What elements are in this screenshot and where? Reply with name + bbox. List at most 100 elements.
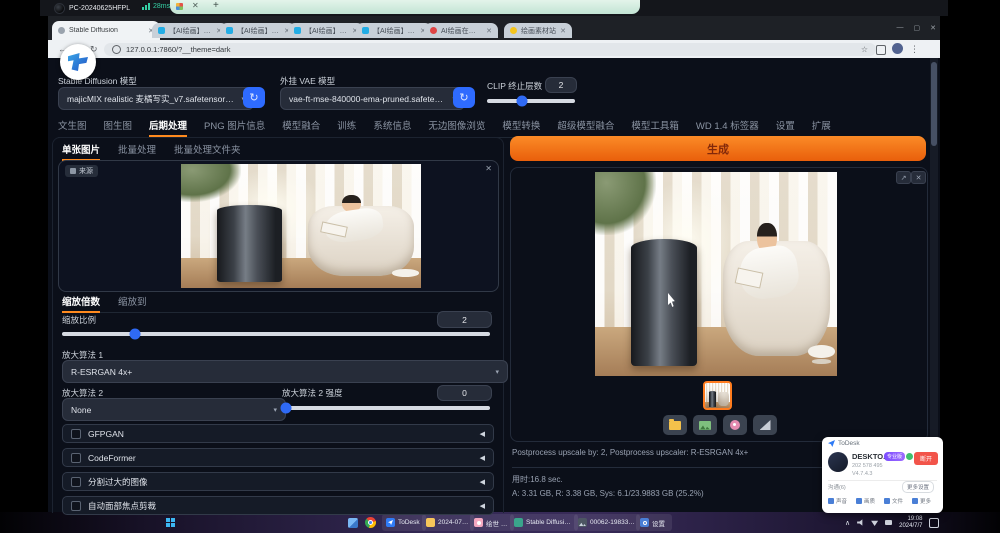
image-upload-area[interactable]: 来源 ✕ [58,160,499,292]
battery-icon[interactable] [885,520,892,525]
session-new-tab-icon[interactable]: + [213,0,219,11]
more-settings-button[interactable]: 更多设置 [902,481,934,493]
taskbar-item-todesk[interactable]: ToDesk [382,514,426,531]
upscaler2-visibility-value[interactable]: 0 [437,385,492,401]
quick-action-sound[interactable]: 声音 [828,497,847,505]
extensions-icon[interactable] [876,45,886,55]
subtab-single-image[interactable]: 单张图片 [62,142,100,161]
resize-slider[interactable] [62,332,490,336]
gallery-thumbnail[interactable] [703,381,732,410]
session-close-icon[interactable]: ✕ [192,1,199,10]
chrome-icon[interactable] [365,517,376,528]
subtab-scale-by[interactable]: 缩放倍数 [62,294,100,313]
checkbox[interactable] [71,501,81,511]
tab-close-icon[interactable]: ✕ [560,27,566,35]
site-info-icon[interactable] [112,45,121,54]
monitor-grid-icon[interactable] [176,3,183,10]
tab-txt2img[interactable]: 文生图 [58,118,87,132]
taskbar-item-folder[interactable]: 2024-07-07 [422,514,474,531]
browser-tab[interactable]: AI绘画在线教程✕ [424,23,498,38]
start-button-icon[interactable] [166,518,175,527]
taskbar-item-huishi[interactable]: 绘世 2.6.1 [470,514,514,531]
browser-tab[interactable]: 绘画素材站✕ [504,23,572,38]
clear-image-icon[interactable]: ✕ [485,164,492,173]
browser-tab[interactable]: 【AI绘画】整合包安装教程✕ [152,23,228,38]
generated-image[interactable] [595,172,837,376]
generate-button[interactable]: 生成 [510,136,926,161]
subtab-scale-to[interactable]: 缩放到 [118,294,147,308]
clip-skip-slider[interactable] [487,99,575,103]
tab-system-info[interactable]: 系统信息 [373,118,411,132]
address-bar[interactable]: 127.0.0.1:7860/?__theme=dark ☆ [104,43,876,56]
open-folder-button[interactable] [663,415,687,435]
taskbar-item-settings[interactable]: 设置 [636,514,672,531]
uploaded-image[interactable] [181,164,421,288]
tab-supermerger[interactable]: 超级模型融合 [557,118,614,132]
tab-settings[interactable]: 设置 [776,118,795,132]
accordion-gfpgan[interactable]: GFPGAN◀ [62,424,494,443]
quick-action-files[interactable]: 文件 [884,497,903,505]
minimize-icon[interactable]: — [897,24,904,32]
slider-knob[interactable] [517,96,528,107]
source-chip[interactable]: 来源 [65,165,98,177]
checkbox[interactable] [71,429,81,439]
tray-chevron-icon[interactable]: ∧ [845,519,850,527]
tab-model-converter[interactable]: 模型转换 [502,118,540,132]
bookmark-star-icon[interactable]: ☆ [861,45,868,54]
maximize-icon[interactable]: ▢ [914,24,921,32]
call-icon[interactable] [906,453,913,460]
browser-tab-active[interactable]: Stable Diffusion ✕ [52,21,160,40]
browser-tab[interactable]: 【AI绘画】高清放大详解✕ [288,23,364,38]
todesk-window[interactable]: ToDesk DESKTO... 专业版 断开 202 578 495 V4.7… [822,437,943,513]
profile-avatar[interactable] [892,43,903,54]
subtab-batch-process[interactable]: 批量处理 [118,142,156,156]
quick-action-more[interactable]: 更多 [912,497,931,505]
tab-img2img[interactable]: 图生图 [104,118,133,132]
slider-knob[interactable] [281,403,292,414]
slider-knob[interactable] [129,329,140,340]
tab-png-info[interactable]: PNG 图片信息 [204,118,265,132]
browser-tab[interactable]: 【AI绘画】模型下载与使用✕ [220,23,296,38]
tab-infinite-image-browser[interactable]: 无边图像浏览 [428,118,485,132]
refresh-vae-button[interactable]: ↻ [453,87,475,108]
taskbar-clock[interactable]: 19:082024/7/7 [899,516,922,530]
save-image-button[interactable] [693,415,717,435]
send-to-extras-button[interactable] [753,415,777,435]
browser-menu-icon[interactable]: ⋮ [910,44,919,55]
subtab-batch-from-dir[interactable]: 批量处理文件夹 [174,142,241,156]
vae-dropdown[interactable]: vae-ft-mse-840000-ema-pruned.safetensors… [280,87,465,110]
tab-checkpoint-merger[interactable]: 模型融合 [282,118,320,132]
taskbar-item-console[interactable]: Stable Diffusion -Setup [510,514,578,531]
accordion-split-oversize[interactable]: 分割过大的图像◀ [62,472,494,491]
sd-model-dropdown[interactable]: majicMIX realistic 麦橘写实_v7.safetensors [… [58,87,254,110]
close-icon[interactable]: ✕ [930,24,936,32]
browser-tab[interactable]: 【AI绘画】LoRA 使用教程✕ [356,23,432,38]
notification-icon[interactable] [929,518,939,528]
chat-section-label[interactable]: 沟通(6) [828,483,846,491]
upscaler2-dropdown[interactable]: None▾ [62,398,286,421]
accordion-codeformer[interactable]: CodeFormer◀ [62,448,494,467]
taskbar-item-image[interactable]: 00062-1983386456.png [574,514,640,531]
checkbox[interactable] [71,453,81,463]
resize-value[interactable]: 2 [437,311,492,328]
scrollbar-thumb[interactable] [931,62,937,146]
session-tab[interactable]: PC-20240625HFPL [50,1,144,15]
clip-skip-value[interactable]: 2 [545,77,577,93]
tab-wd14-tagger[interactable]: WD 1.4 标签器 [696,118,759,132]
close-preview-icon[interactable]: ✕ [911,171,926,184]
checkbox[interactable] [71,477,81,487]
tab-train[interactable]: 训练 [337,118,356,132]
expand-icon[interactable]: ↗ [896,171,911,184]
tab-extras[interactable]: 后期处理 [149,118,187,137]
quick-action-quality[interactable]: 画质 [856,497,875,505]
disconnect-button[interactable]: 断开 [914,452,938,465]
tab-extensions[interactable]: 扩展 [812,118,831,132]
upscaler2-visibility-slider[interactable] [282,406,490,410]
refresh-sd-model-button[interactable]: ↻ [243,87,265,108]
tab-model-toolkit[interactable]: 模型工具箱 [631,118,679,132]
accordion-auto-focal-crop[interactable]: 自动面部焦点剪裁◀ [62,496,494,515]
network-icon[interactable] [871,519,878,526]
upscaler1-dropdown[interactable]: R-ESRGAN 4x+▾ [62,360,508,383]
send-to-img2img-button[interactable] [723,415,747,435]
tab-close-icon[interactable]: ✕ [486,27,492,35]
